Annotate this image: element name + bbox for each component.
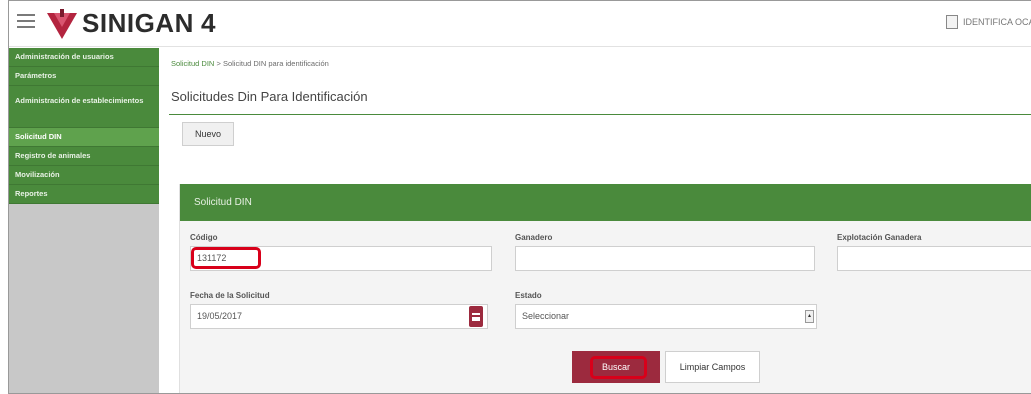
sidebar-menu: Administración de usuarios Parámetros Ad…	[9, 48, 159, 204]
explotacion-label: Explotación Ganadera	[837, 233, 922, 242]
dropdown-arrow-icon: ▴	[805, 310, 814, 323]
user-label: IDENTIFICA OCAÑ	[962, 17, 1031, 27]
user-icon	[945, 15, 958, 29]
main-content: Solicitud DIN > Solicitud DIN para ident…	[159, 48, 1031, 393]
brand-version: 4	[201, 8, 216, 38]
top-bar: SINIGAN 4 IDENTIFICA OCAÑ	[9, 1, 1031, 47]
fecha-label: Fecha de la Solicitud	[190, 291, 270, 300]
app-window: SINIGAN 4 IDENTIFICA OCAÑ Administración…	[8, 0, 1031, 394]
search-button-highlight	[590, 356, 647, 379]
sidebar: Administración de usuarios Parámetros Ad…	[9, 48, 159, 393]
breadcrumb-current: Solicitud DIN para identificación	[222, 59, 329, 68]
sidebar-item-admin-usuarios[interactable]: Administración de usuarios	[9, 48, 159, 67]
search-panel: Solicitud DIN Código 131172 Ganadero Exp…	[179, 184, 1031, 393]
ganadero-input[interactable]	[515, 246, 815, 271]
estado-select[interactable]: Seleccionar ▴	[515, 304, 817, 329]
sinigan-logo-icon	[47, 9, 77, 39]
clear-fields-button[interactable]: Limpiar Campos	[665, 351, 760, 383]
menu-icon[interactable]	[17, 14, 35, 30]
estado-selected-value: Seleccionar	[522, 311, 570, 321]
user-menu[interactable]: IDENTIFICA OCAÑ	[945, 15, 1031, 29]
sidebar-item-reportes[interactable]: Reportes	[9, 185, 159, 204]
breadcrumb-separator: >	[216, 59, 221, 68]
codigo-highlight	[191, 247, 261, 269]
explotacion-input[interactable]	[837, 246, 1031, 271]
sidebar-item-solicitud-din[interactable]: Solicitud DIN	[9, 128, 159, 147]
ganadero-label: Ganadero	[515, 233, 553, 242]
breadcrumb: Solicitud DIN > Solicitud DIN para ident…	[171, 59, 329, 68]
panel-title: Solicitud DIN	[180, 184, 1031, 221]
new-button[interactable]: Nuevo	[182, 122, 234, 146]
sidebar-item-parametros[interactable]: Parámetros	[9, 67, 159, 86]
sidebar-item-admin-establecimientos[interactable]: Administración de establecimientos	[9, 86, 159, 128]
codigo-label: Código	[190, 233, 218, 242]
sidebar-item-movilizacion[interactable]: Movilización	[9, 166, 159, 185]
estado-label: Estado	[515, 291, 542, 300]
breadcrumb-root-link[interactable]: Solicitud DIN	[171, 59, 214, 68]
brand-name: SINIGAN	[82, 8, 194, 38]
title-divider	[169, 114, 1031, 115]
calendar-icon[interactable]	[469, 306, 483, 327]
page-title: Solicitudes Din Para Identificación	[171, 89, 368, 104]
sidebar-item-registro-animales[interactable]: Registro de animales	[9, 147, 159, 166]
fecha-input[interactable]: 19/05/2017	[190, 304, 488, 329]
